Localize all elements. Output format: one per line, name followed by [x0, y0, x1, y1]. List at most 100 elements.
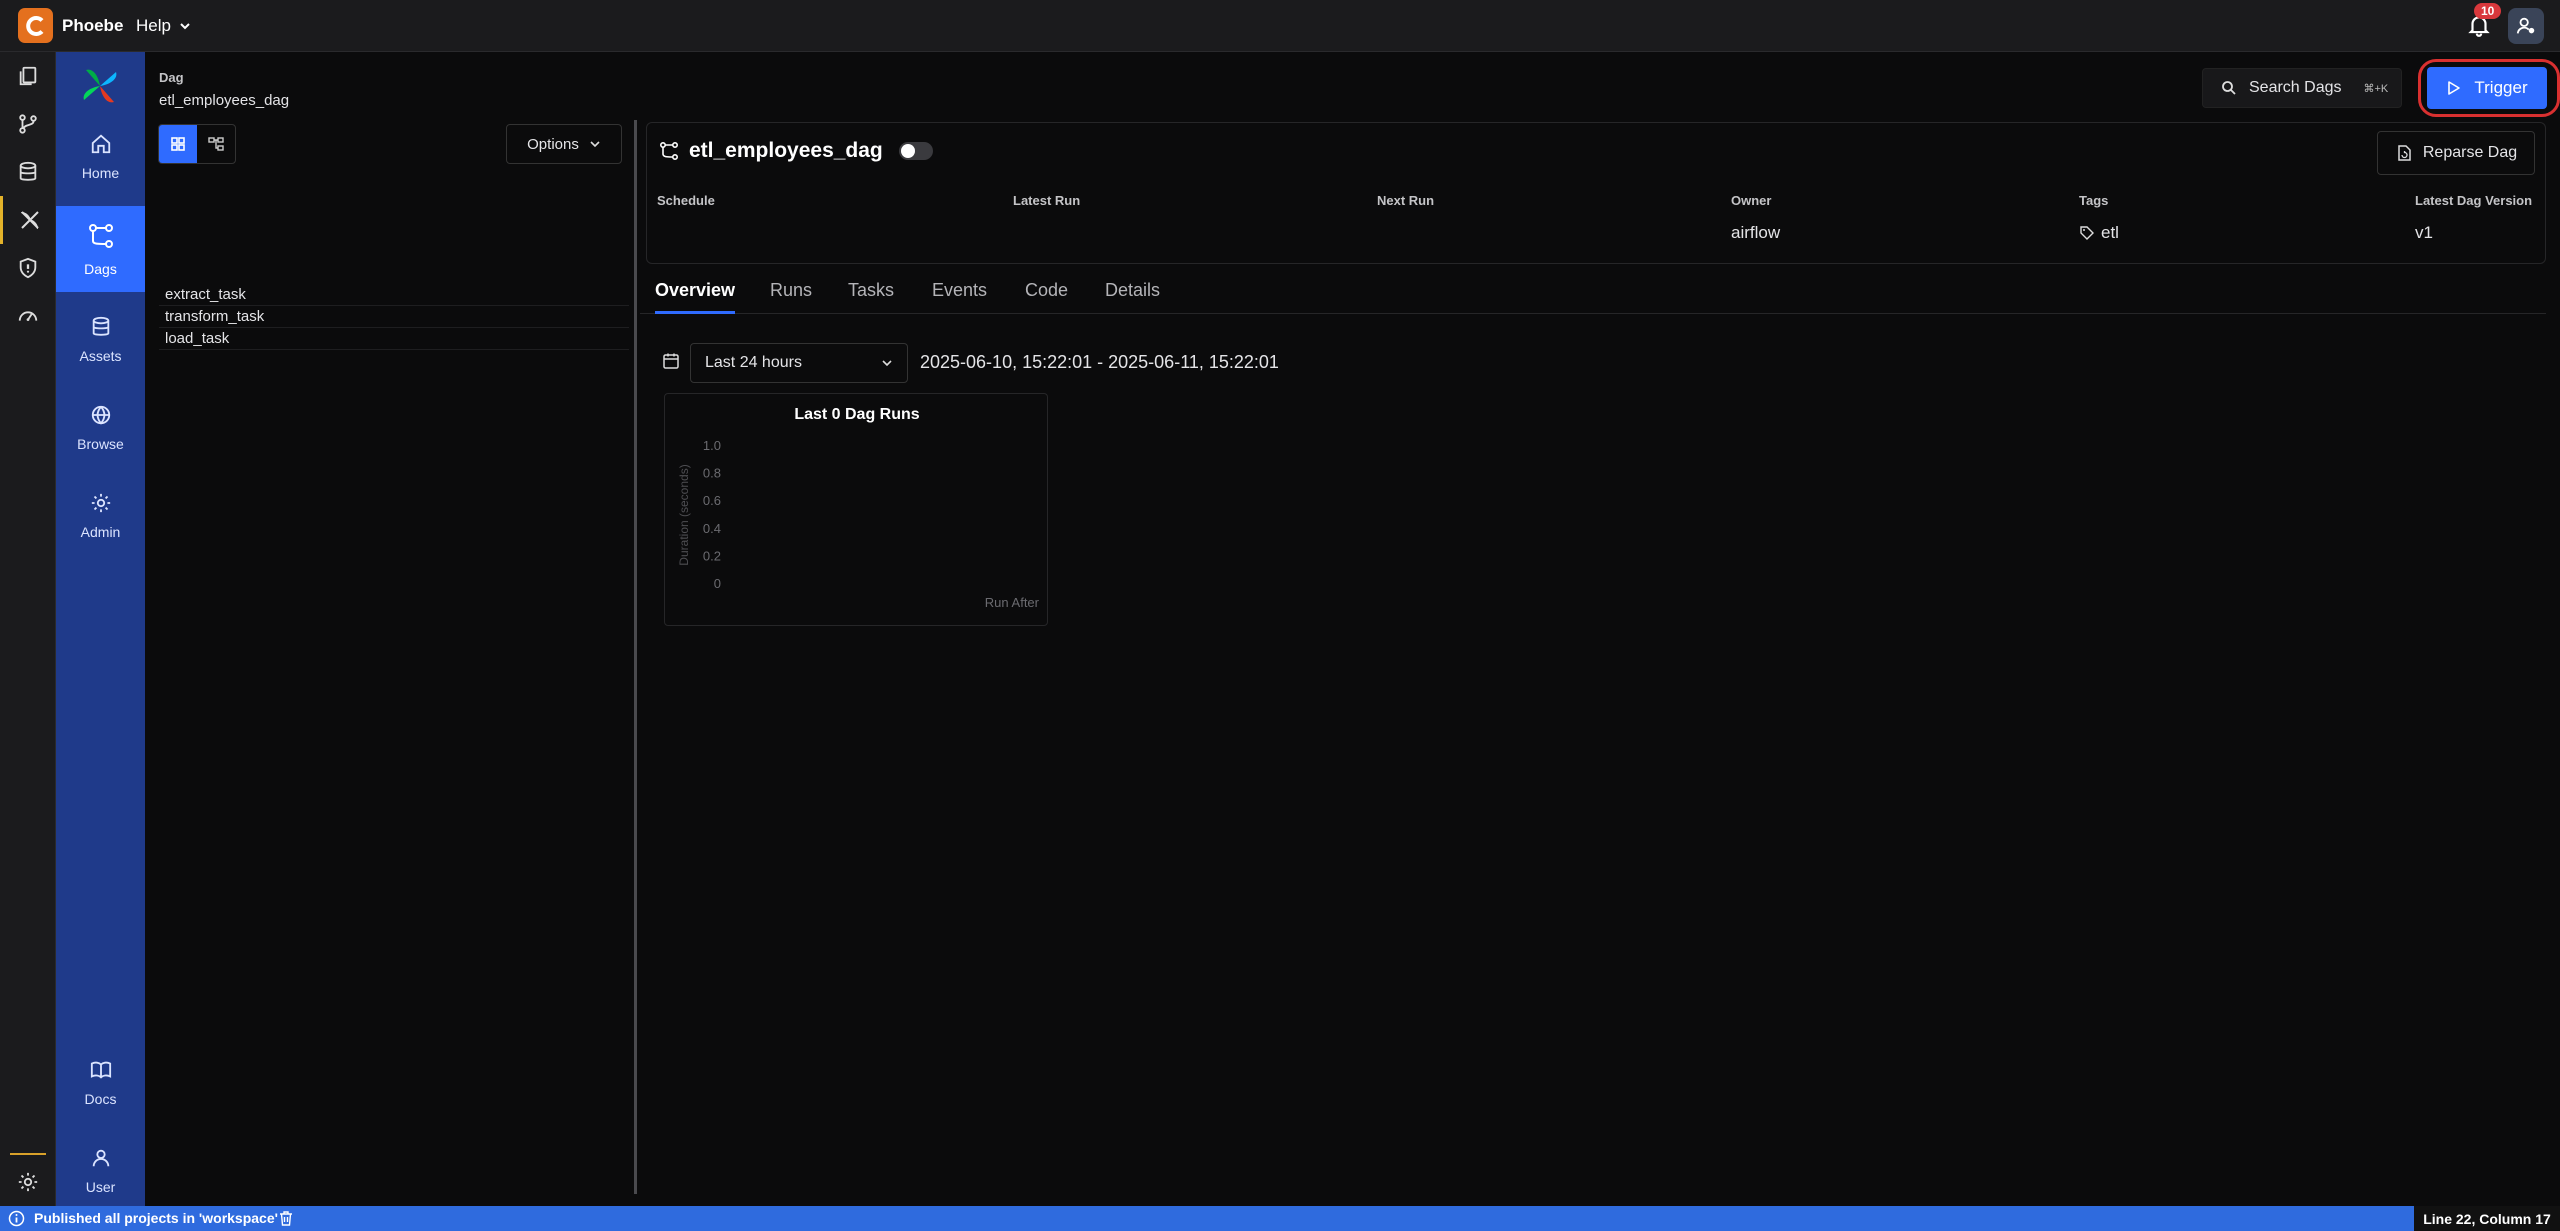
user-settings-icon: [2516, 17, 2535, 34]
task-row[interactable]: extract_task: [159, 284, 629, 306]
y-tick-label: 0.4: [703, 521, 721, 536]
tag-label: etl: [2101, 223, 2119, 242]
gear-icon: [91, 493, 110, 513]
nav-item-home[interactable]: Home: [56, 114, 145, 200]
files-icon[interactable]: [0, 52, 56, 100]
play-icon: [2448, 81, 2461, 95]
cursor-position[interactable]: Line 22, Column 17: [2414, 1206, 2560, 1231]
tab-runs[interactable]: Runs: [770, 280, 812, 314]
account-button[interactable]: [2508, 8, 2544, 44]
graph-icon: [208, 137, 224, 151]
help-menu[interactable]: Help: [136, 16, 191, 36]
shield-icon[interactable]: [0, 244, 56, 292]
notification-badge: 10: [2474, 3, 2502, 19]
search-dags-button[interactable]: Search Dags ⌘+K: [2202, 68, 2402, 108]
trigger-label: Trigger: [2474, 78, 2528, 97]
top-bar: Phoebe Help 10: [0, 0, 2560, 52]
book-icon: [90, 1061, 111, 1079]
chevron-down-icon: [180, 23, 190, 30]
tab-code[interactable]: Code: [1025, 280, 1068, 314]
app-logo-icon[interactable]: [18, 8, 53, 43]
tab-details[interactable]: Details: [1105, 280, 1160, 314]
status-message: Published all projects in 'workspace': [34, 1210, 278, 1226]
reparse-dag-button[interactable]: Reparse Dag: [2377, 131, 2535, 175]
nav-item-label: Assets: [79, 348, 122, 364]
y-tick-label: 1.0: [703, 438, 721, 453]
dag-title: etl_employees_dag: [689, 139, 883, 162]
airflow-logo-icon[interactable]: [78, 64, 122, 108]
grid-view-pane: Dag etl_employees_dag Options extract_ta…: [145, 52, 635, 1206]
nav-item-browse[interactable]: Browse: [56, 385, 145, 471]
tab-tasks[interactable]: Tasks: [848, 280, 894, 314]
trash-icon[interactable]: [278, 1210, 294, 1227]
options-label: Options: [527, 135, 579, 153]
assets-icon: [92, 316, 109, 336]
meta-label-tags: Tags: [2079, 193, 2109, 208]
dag-title-row: etl_employees_dag: [659, 139, 933, 163]
tab-overview[interactable]: Overview: [655, 280, 736, 314]
pause-toggle[interactable]: [898, 142, 933, 160]
chart-plot: 1.0 0.8 0.6 0.4 0.2 0 Duration (seconds) Run Af…: [677, 438, 1040, 610]
y-axis-label: Duration (seconds): [677, 464, 691, 565]
search-icon: [2222, 81, 2236, 95]
home-icon: [91, 134, 110, 154]
source-control-icon[interactable]: [0, 100, 56, 148]
tag-chip[interactable]: etl: [2079, 223, 2119, 243]
view-toggle: [158, 124, 236, 164]
nav-item-assets[interactable]: Assets: [56, 297, 145, 383]
x-axis-label: Run After: [985, 595, 1040, 610]
y-tick-label: 0.8: [703, 466, 721, 481]
activity-separator: [10, 1153, 46, 1155]
options-button[interactable]: Options: [506, 124, 622, 164]
task-list: extract_task transform_task load_task: [159, 284, 629, 350]
calendar-icon: [663, 353, 679, 369]
dag-header-card: etl_employees_dag Reparse Dag Schedule L…: [646, 122, 2546, 264]
airflow-nav: Home Dags Assets Browse Admin Docs User: [56, 52, 145, 1206]
chevron-down-icon: [882, 360, 892, 367]
breadcrumb-dag[interactable]: etl_employees_dag: [159, 92, 289, 109]
nav-item-user[interactable]: User: [56, 1128, 145, 1214]
chevron-down-icon: [590, 141, 600, 148]
dags-icon: [88, 224, 113, 248]
nav-item-label: Home: [81, 165, 120, 181]
globe-icon: [91, 405, 110, 425]
tag-icon: [2080, 226, 2094, 240]
y-tick-label: 0.6: [703, 493, 721, 508]
graph-view-button[interactable]: [197, 125, 235, 163]
database-icon[interactable]: [0, 148, 56, 196]
status-bar: Published all projects in 'workspace' Li…: [0, 1206, 2560, 1231]
dag-icon: [659, 141, 679, 161]
airflow-icon[interactable]: [0, 196, 56, 244]
nav-item-label: Admin: [80, 524, 121, 540]
activity-bar: [0, 52, 56, 1206]
reparse-label: Reparse Dag: [2422, 144, 2518, 161]
pane-resize-handle[interactable]: [634, 120, 637, 1194]
search-dags-label: Search Dags: [2249, 79, 2342, 96]
meta-label-next-run: Next Run: [1377, 193, 1435, 208]
nav-item-admin[interactable]: Admin: [56, 473, 145, 559]
help-label: Help: [136, 16, 171, 35]
nav-item-docs[interactable]: Docs: [56, 1040, 145, 1126]
nav-item-dags[interactable]: Dags: [56, 206, 145, 292]
dag-tabs: Overview Runs Tasks Events Code Details: [640, 276, 2546, 314]
gauge-icon[interactable]: [0, 292, 56, 340]
app-name: Phoebe: [62, 16, 124, 35]
y-tick-label: 0: [714, 576, 721, 591]
time-range-select[interactable]: Last 24 hours: [690, 343, 908, 383]
task-row[interactable]: load_task: [159, 328, 629, 350]
tab-events[interactable]: Events: [932, 280, 987, 314]
grid-view-button[interactable]: [159, 125, 197, 163]
meta-label-schedule: Schedule: [657, 193, 715, 208]
dag-version-value: v1: [2415, 223, 2433, 242]
nav-item-label: Browse: [77, 436, 124, 452]
file-refresh-icon: [2398, 145, 2411, 161]
search-shortcut: ⌘+K: [2363, 82, 2389, 95]
gear-icon[interactable]: [0, 1158, 56, 1206]
grid-icon: [171, 137, 185, 151]
trigger-button[interactable]: Trigger: [2427, 67, 2547, 109]
user-icon: [92, 1149, 109, 1167]
owner-value: airflow: [1731, 223, 1781, 242]
breadcrumb-label: Dag: [159, 70, 184, 85]
meta-label-dag-version: Latest Dag Version: [2415, 193, 2533, 208]
task-row[interactable]: transform_task: [159, 306, 629, 328]
